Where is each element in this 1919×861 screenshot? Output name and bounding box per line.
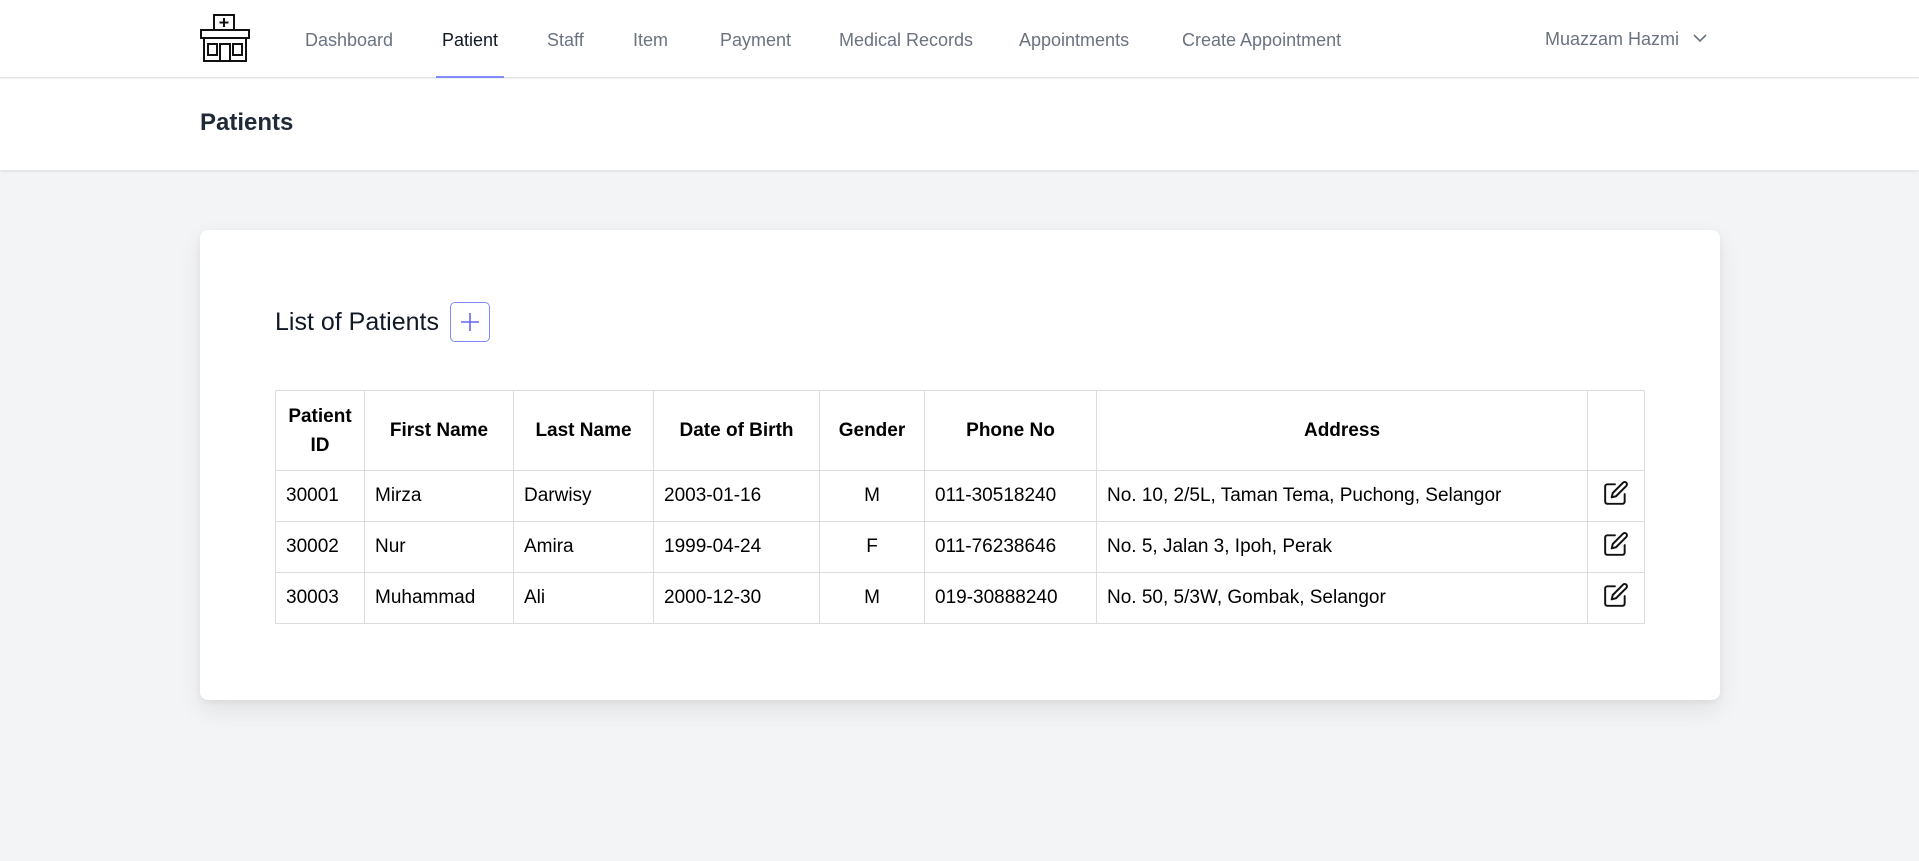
cell-first-name: Muhammad [364, 572, 514, 624]
patients-table: Patient ID First Name Last Name Date of … [275, 390, 1645, 624]
cell-last-name: Ali [513, 572, 654, 624]
header-patient-id: Patient ID [275, 390, 365, 471]
cell-patient-id: 30003 [275, 572, 365, 624]
cell-gender: M [819, 572, 925, 624]
nav-item-payment[interactable]: Payment [714, 0, 797, 78]
table-header-row: Patient ID First Name Last Name Date of … [275, 390, 1645, 471]
cell-actions [1587, 521, 1645, 573]
edit-icon[interactable] [1603, 531, 1629, 563]
cell-address: No. 5, Jalan 3, Ipoh, Perak [1096, 521, 1588, 573]
card-title: List of Patients [275, 308, 439, 336]
nav-item-dashboard[interactable]: Dashboard [299, 0, 399, 78]
nav-item-patient[interactable]: Patient [436, 0, 505, 78]
header-phone-no: Phone No [924, 390, 1097, 471]
header-gender: Gender [819, 390, 925, 471]
cell-patient-id: 30002 [275, 521, 365, 573]
top-navigation: Dashboard Patient Staff Item Payment Med… [0, 0, 1919, 78]
chevron-down-icon [1693, 34, 1707, 42]
cell-gender: M [819, 470, 925, 522]
cell-date-of-birth: 1999-04-24 [653, 521, 820, 573]
header-first-name: First Name [364, 390, 514, 471]
cell-gender: F [819, 521, 925, 573]
cell-first-name: Nur [364, 521, 514, 573]
nav-item-item[interactable]: Item [627, 0, 674, 78]
cell-actions [1587, 572, 1645, 624]
cell-phone: 011-76238646 [924, 521, 1097, 573]
table-row: 30001 Mirza Darwisy 2003-01-16 M 011-305… [275, 470, 1645, 522]
cell-phone: 011-30518240 [924, 470, 1097, 522]
nav-item-appointments[interactable]: Appointments [1013, 0, 1135, 78]
nav-item-medical-records[interactable]: Medical Records [833, 0, 979, 78]
nav-item-create-appointment[interactable]: Create Appointment [1176, 0, 1347, 78]
patients-card: List of Patients Patient ID First Name L… [200, 230, 1720, 700]
header-last-name: Last Name [513, 390, 654, 471]
header-actions [1587, 390, 1645, 471]
page-title: Patients [200, 109, 294, 136]
cell-date-of-birth: 2000-12-30 [653, 572, 820, 624]
user-name: Muazzam Hazmi [1545, 29, 1680, 49]
cell-address: No. 50, 5/3W, Gombak, Selangor [1096, 572, 1588, 624]
table-row: 30003 Muhammad Ali 2000-12-30 M 019-3088… [275, 572, 1645, 624]
cell-date-of-birth: 2003-01-16 [653, 470, 820, 522]
cell-address: No. 10, 2/5L, Taman Tema, Puchong, Selan… [1096, 470, 1588, 522]
table-row: 30002 Nur Amira 1999-04-24 F 011-7623864… [275, 521, 1645, 573]
cell-actions [1587, 470, 1645, 522]
user-menu-button[interactable]: Muazzam Hazmi [1545, 0, 1707, 78]
nav-item-staff[interactable]: Staff [541, 0, 590, 78]
hospital-icon[interactable] [199, 13, 251, 63]
edit-icon[interactable] [1603, 480, 1629, 512]
plus-icon [461, 313, 479, 331]
cell-first-name: Mirza [364, 470, 514, 522]
header-address: Address [1096, 390, 1588, 471]
page-header: Patients [0, 79, 1919, 170]
cell-phone: 019-30888240 [924, 572, 1097, 624]
header-date-of-birth: Date of Birth [653, 390, 820, 471]
cell-last-name: Amira [513, 521, 654, 573]
add-patient-button[interactable] [450, 302, 490, 342]
cell-last-name: Darwisy [513, 470, 654, 522]
edit-icon[interactable] [1603, 582, 1629, 614]
cell-patient-id: 30001 [275, 470, 365, 522]
